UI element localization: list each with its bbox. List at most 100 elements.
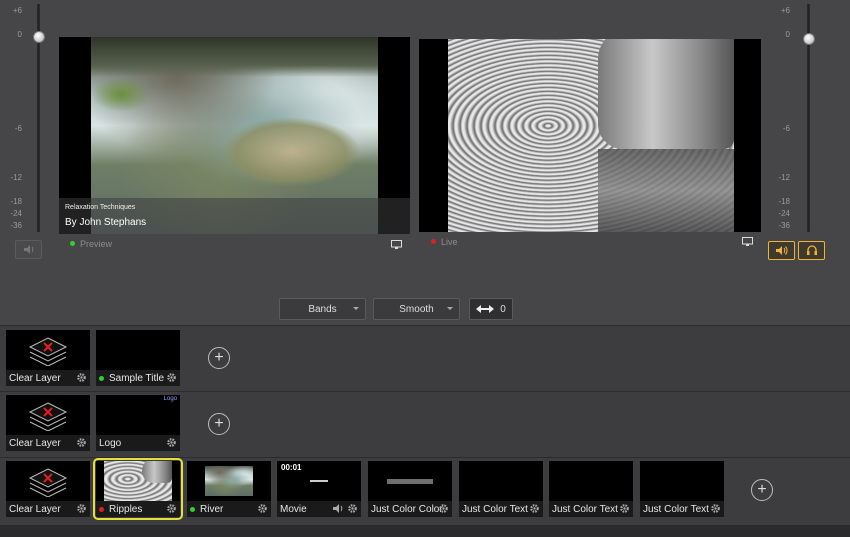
shot-clear-layer[interactable]: Clear Layer [6,330,90,386]
scale-label: -18 [778,197,790,206]
shot-thumbnail [6,330,90,370]
shot-logo[interactable]: Logo Logo [96,395,180,451]
shot-name: Clear Layer [9,437,61,449]
shot-thumbnail [459,461,543,501]
scale-label: -12 [10,173,22,182]
headphones-button[interactable] [798,241,825,260]
shot-name: Just Color Text [552,503,618,515]
preview-monitor[interactable]: Relaxation Techniques By John Stephans [59,37,410,234]
preview-label-text: Preview [80,239,113,249]
gear-icon[interactable] [619,503,630,514]
scale-label: -18 [10,197,22,206]
overlay-title: By John Stephans [65,217,147,228]
shot-name: Just Color Text [462,503,528,515]
swap-arrows-icon [476,305,495,313]
gear-icon[interactable] [257,503,268,514]
river-thumb-image [205,466,253,496]
add-shot-button[interactable]: + [208,347,230,369]
live-speaker-button[interactable] [768,241,795,260]
shot-just-color-color[interactable]: Just Color Color [368,461,452,517]
transition-style-value: Smooth [399,303,434,315]
transition-duration-control[interactable]: 0 [469,298,513,320]
layer-row-2: Clear Layer Logo Logo + [0,391,850,457]
gear-icon[interactable] [347,503,358,514]
shot-river[interactable]: River [187,461,271,517]
shot-thumbnail [96,461,180,501]
transition-effect-value: Bands [308,303,337,315]
shot-thumbnail: 00:01 [277,461,361,501]
clear-layers-icon [28,402,68,431]
gear-icon[interactable] [710,503,721,514]
shot-name: Just Color Text [643,503,709,515]
shot-movie[interactable]: 00:01 Movie [277,461,361,517]
live-status-dot [431,239,436,244]
preview-volume-knob[interactable] [33,31,45,43]
movie-thumb-text-line [310,480,328,482]
movie-timecode: 00:01 [281,463,302,472]
title-overlay: Relaxation Techniques By John Stephans [59,198,410,234]
gear-icon[interactable] [76,372,87,383]
gear-icon[interactable] [529,503,540,514]
external-monitor-icon[interactable] [391,240,402,250]
shot-thumbnail [6,461,90,501]
scale-label: -12 [778,173,790,182]
shot-ripples[interactable]: Ripples [93,458,183,520]
gear-icon[interactable] [166,437,177,448]
shot-name: Just Color Color [371,503,443,515]
shot-thumbnail [549,461,633,501]
gear-icon[interactable] [166,372,177,383]
scale-label: +6 [12,6,22,15]
scale-label: -36 [10,221,22,230]
clear-layers-icon [28,468,68,497]
shot-thumbnail [96,330,180,370]
preview-mute-button[interactable] [15,240,42,259]
layer-row-1: Clear Layer Sample Title + [0,325,850,391]
live-monitor[interactable] [419,39,761,232]
scale-label: -24 [10,209,22,218]
scale-label: 0 [785,30,790,39]
live-volume-knob[interactable] [803,33,815,45]
shot-just-color-text[interactable]: Just Color Text [549,461,633,517]
scale-label: -6 [782,124,790,133]
shot-name: Sample Title [109,372,165,384]
live-volume-slider[interactable] [795,4,815,232]
switcher-app: +6 0 -6 -12 -18 -24 -36 +6 0 -6 -12 -18 … [0,0,850,537]
plus-icon: + [757,481,767,498]
shot-name: Clear Layer [9,503,61,515]
shot-just-color-text[interactable]: Just Color Text [459,461,543,517]
live-video-frame [448,39,734,232]
logo-thumb-text: Logo [163,396,177,402]
scale-label: -6 [14,124,22,133]
scale-label: +6 [780,6,790,15]
speaker-icon [776,246,788,255]
shot-status-dot [190,506,195,512]
transition-style-dropdown[interactable]: Smooth [373,298,460,320]
chevron-down-icon [353,307,359,310]
shot-clear-layer[interactable]: Clear Layer [6,461,90,517]
shot-clear-layer[interactable]: Clear Layer [6,395,90,451]
gear-icon[interactable] [166,503,177,514]
shot-sample-title[interactable]: Sample Title [96,330,180,386]
shot-thumbnail [6,395,90,435]
add-shot-button[interactable]: + [751,479,773,501]
shot-thumbnail [640,461,724,501]
plus-icon: + [214,349,224,366]
color-thumb-bar [387,479,433,484]
gear-icon[interactable] [76,503,87,514]
plus-icon: + [214,415,224,432]
add-shot-button[interactable]: + [208,413,230,435]
shot-just-color-text[interactable]: Just Color Text [640,461,724,517]
live-label: Live [431,237,458,247]
gear-icon[interactable] [438,503,449,514]
external-monitor-icon[interactable] [742,237,753,247]
shot-name: Logo [99,437,122,449]
speaker-icon[interactable] [332,503,344,514]
transition-effect-dropdown[interactable]: Bands [279,298,366,320]
gear-icon[interactable] [76,437,87,448]
shot-name: Movie [280,503,307,515]
shot-status-dot [99,506,104,512]
shot-thumbnail [368,461,452,501]
overlay-subtitle: Relaxation Techniques [65,204,136,211]
shot-thumbnail: Logo [96,395,180,435]
shot-name: River [200,503,224,515]
